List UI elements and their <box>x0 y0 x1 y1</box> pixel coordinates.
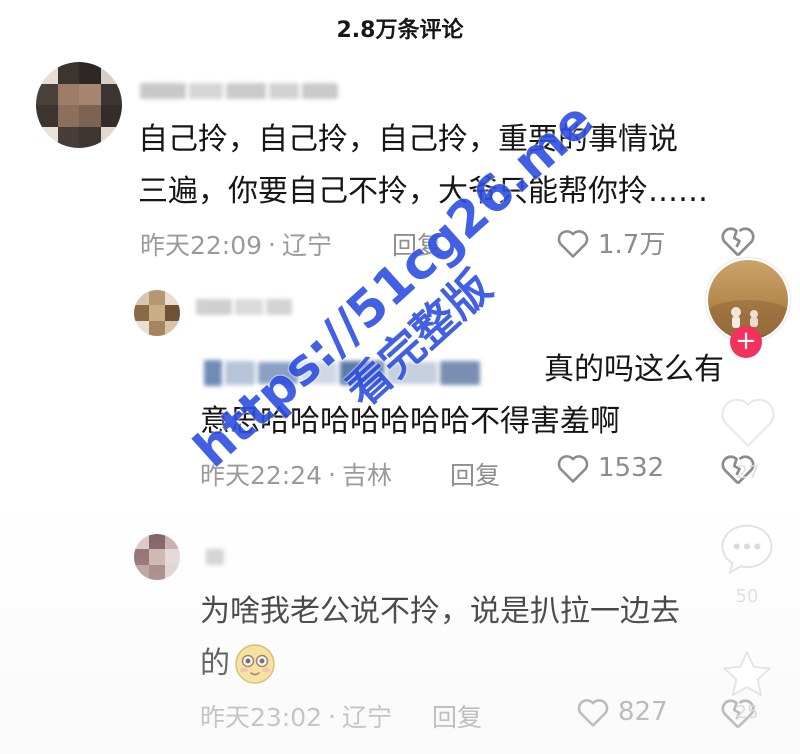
plus-icon: + <box>735 326 757 356</box>
comment-text: 真的吗这么有 意思哈哈哈哈哈哈哈不得害羞啊 <box>200 344 760 448</box>
comment-meta: 昨天22:09 · 辽宁 回复 <box>140 226 442 262</box>
like-button[interactable]: 1.7万 <box>556 224 665 261</box>
comment-text-fragment: 真的吗这么有 <box>544 352 724 387</box>
username-blurred[interactable] <box>206 546 224 568</box>
comment-bubble-icon <box>721 524 773 575</box>
comment-text-line: 自己拎，自己拎，自己拎，重要的事情说 <box>138 122 678 157</box>
reply-button[interactable]: 回复 <box>392 226 442 262</box>
comment-time: 昨天22:09 <box>140 231 263 260</box>
shy-face-emoji-icon <box>235 644 275 684</box>
broken-heart-icon <box>721 227 755 257</box>
comment-location: 辽宁 <box>342 703 393 732</box>
comment-text: 自己拎，自己拎，自己拎，重要的事情说 三遍，你要自己不拎，大爷只能帮你拎…… <box>138 114 758 218</box>
comment-text-fragment: 的 <box>200 646 230 681</box>
comments-header: 2.8万条评论 <box>0 0 800 62</box>
side-comment-button[interactable]: 50 <box>712 520 782 620</box>
side-comment-count: 50 <box>735 586 759 607</box>
like-button[interactable]: 827 <box>576 696 668 728</box>
side-favorite-count: 25 <box>735 702 759 723</box>
dislike-button[interactable] <box>720 224 756 262</box>
comment-text-line: 为啥我老公说不拎，说是扒拉一边去 <box>200 594 680 629</box>
heart-icon <box>721 398 775 448</box>
heart-icon <box>557 229 589 258</box>
comment-count-title: 2.8万条评论 <box>336 18 464 43</box>
side-favorite-button[interactable]: 25 <box>714 646 780 746</box>
meta-separator: · <box>268 229 276 259</box>
comment-text-line: 三遍，你要自己不拎，大爷只能帮你拎…… <box>138 174 708 209</box>
avatar[interactable] <box>134 290 180 336</box>
side-like-count: 27 <box>736 462 760 483</box>
avatar[interactable] <box>134 534 180 580</box>
comment-text-line: 真的吗这么有 <box>200 344 760 396</box>
comment-meta: 昨天22:24 · 吉林 回复 <box>200 456 500 492</box>
username-blurred[interactable] <box>140 80 338 102</box>
comment-text-line: 的 <box>200 638 760 690</box>
like-count: 827 <box>618 697 668 727</box>
star-icon <box>723 651 771 697</box>
comment-text: 为啥我老公说不拎，说是扒拉一边去 的 <box>200 586 760 690</box>
meta-separator: · <box>328 459 336 489</box>
username-blurred[interactable] <box>196 296 292 318</box>
like-count: 1532 <box>598 453 665 483</box>
like-button[interactable]: 1532 <box>556 452 664 484</box>
side-like-button[interactable]: 27 <box>716 392 780 492</box>
comment-time: 昨天22:24 <box>200 461 323 490</box>
comment-location: 辽宁 <box>282 231 333 260</box>
comment-text-line: 意思哈哈哈哈哈哈哈不得害羞啊 <box>200 404 620 439</box>
avatar[interactable] <box>36 62 122 148</box>
reply-button[interactable]: 回复 <box>450 456 500 492</box>
comment-meta: 昨天23:02 · 辽宁 回复 <box>200 698 482 734</box>
like-count: 1.7万 <box>598 230 666 260</box>
follow-button[interactable]: + <box>730 326 762 358</box>
reply-button[interactable]: 回复 <box>432 698 482 734</box>
heart-icon <box>557 455 589 483</box>
heart-icon <box>577 699 609 727</box>
comment-location: 吉林 <box>342 461 393 490</box>
comment-time: 昨天23:02 <box>200 703 323 732</box>
meta-separator: · <box>328 701 336 731</box>
